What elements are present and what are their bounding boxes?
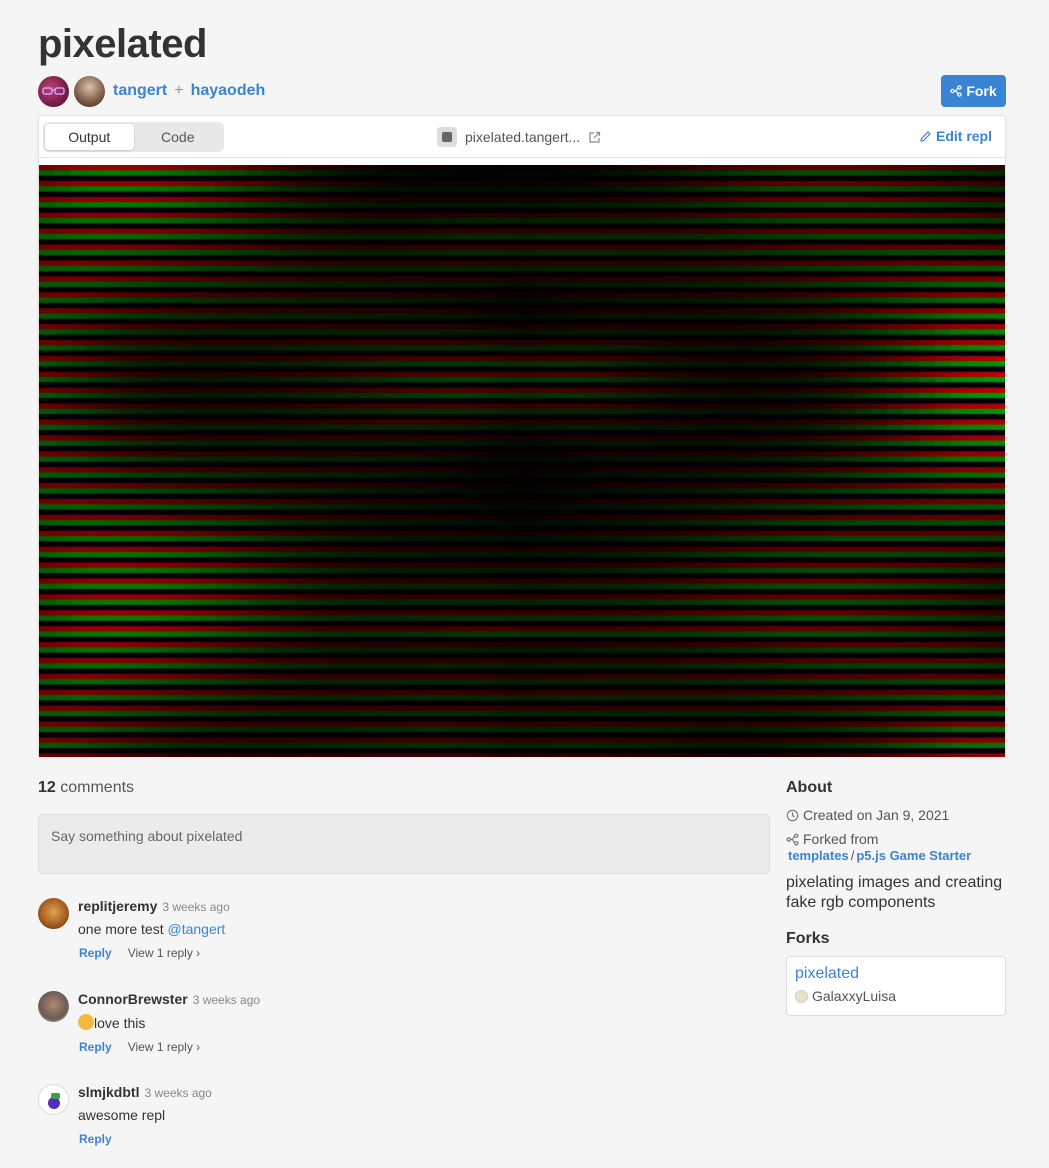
about-title: About (786, 779, 833, 796)
pixelated-image (39, 165, 1005, 757)
reply-button[interactable]: Reply (79, 1132, 112, 1146)
fork-button[interactable]: Fork (941, 75, 1006, 107)
fork-card[interactable]: pixelated GalaxxyLuisa (786, 956, 1006, 1016)
repl-description: pixelating images and creating fake rgb … (786, 874, 1003, 911)
fork-name-link[interactable]: pixelated (795, 965, 997, 983)
template-name-link[interactable]: p5.js Game Starter (856, 848, 971, 863)
avatar[interactable] (38, 75, 69, 107)
fork-icon (950, 85, 963, 97)
author-separator: + (174, 82, 184, 99)
fork-owner: GalaxxyLuisa (795, 988, 997, 1004)
about-panel: About Created on Jan 9, 2021 Forked from… (786, 779, 1006, 1016)
mention-link[interactable]: @tangert (168, 921, 226, 937)
edit-repl-link[interactable]: Edit repl (919, 128, 992, 144)
comment-text: awesome repl (78, 1107, 166, 1123)
comment-text: one more test @tangert (78, 921, 226, 937)
comment-timestamp: 3 weeks ago (144, 1086, 212, 1100)
repl-output-frame: Output Code pixelated.tangert... Edit re… (38, 115, 1006, 757)
tab-code[interactable]: Code (134, 124, 223, 150)
glasses-icon (42, 86, 65, 95)
reply-button[interactable]: Reply (79, 946, 112, 960)
view-replies-button[interactable]: View 1 reply › (128, 946, 200, 960)
reply-button[interactable]: Reply (79, 1040, 112, 1054)
repl-url[interactable]: pixelated.tangert... (437, 127, 601, 147)
starstruck-emoji-icon (78, 1014, 94, 1030)
comment-username[interactable]: ConnorBrewster (78, 991, 188, 1007)
creature-icon (48, 1093, 60, 1109)
created-date: Created on Jan 9, 2021 (786, 807, 1006, 823)
comment-timestamp: 3 weeks ago (192, 993, 261, 1007)
author-link-tangert[interactable]: tangert (113, 82, 167, 100)
tab-output[interactable]: Output (45, 124, 134, 150)
avatar[interactable] (38, 1084, 69, 1115)
template-owner-link[interactable]: templates (788, 848, 849, 863)
comments-count: 12 comments (38, 779, 134, 797)
author-list: tangert + hayaodeh (38, 75, 265, 107)
output-canvas[interactable] (39, 165, 1005, 757)
avatar[interactable] (38, 898, 69, 929)
pencil-icon (920, 130, 931, 142)
page-title: pixelated (38, 22, 207, 66)
comment-input[interactable]: Say something about pixelated (38, 814, 770, 874)
avatar[interactable] (74, 75, 105, 107)
view-replies-button[interactable]: View 1 reply › (128, 1040, 200, 1054)
favicon-icon (437, 127, 457, 147)
comments-label: comments (60, 779, 135, 796)
view-toggle: Output Code (43, 122, 224, 152)
comment-username[interactable]: replitjeremy (78, 898, 157, 914)
url-text: pixelated.tangert... (465, 129, 581, 145)
comments-number: 12 (38, 779, 56, 796)
comment-text: love this (78, 1014, 260, 1031)
fork-label: Fork (966, 83, 997, 99)
comment-username[interactable]: slmjkdbtl (78, 1084, 139, 1100)
avatar[interactable] (38, 991, 69, 1022)
output-toolbar: Output Code pixelated.tangert... Edit re… (39, 116, 1005, 158)
clock-icon (786, 809, 799, 821)
author-link-hayaodeh[interactable]: hayaodeh (191, 82, 266, 100)
forked-from-links: templates / p5.js Game Starter (788, 848, 972, 863)
fork-icon (786, 832, 799, 846)
edit-repl-label: Edit repl (935, 128, 992, 144)
avatar (795, 989, 808, 1003)
forks-title: Forks (786, 930, 830, 947)
forked-from: Forked from (786, 831, 1006, 847)
external-link-icon[interactable] (588, 131, 601, 144)
comment-timestamp: 3 weeks ago (162, 900, 230, 914)
